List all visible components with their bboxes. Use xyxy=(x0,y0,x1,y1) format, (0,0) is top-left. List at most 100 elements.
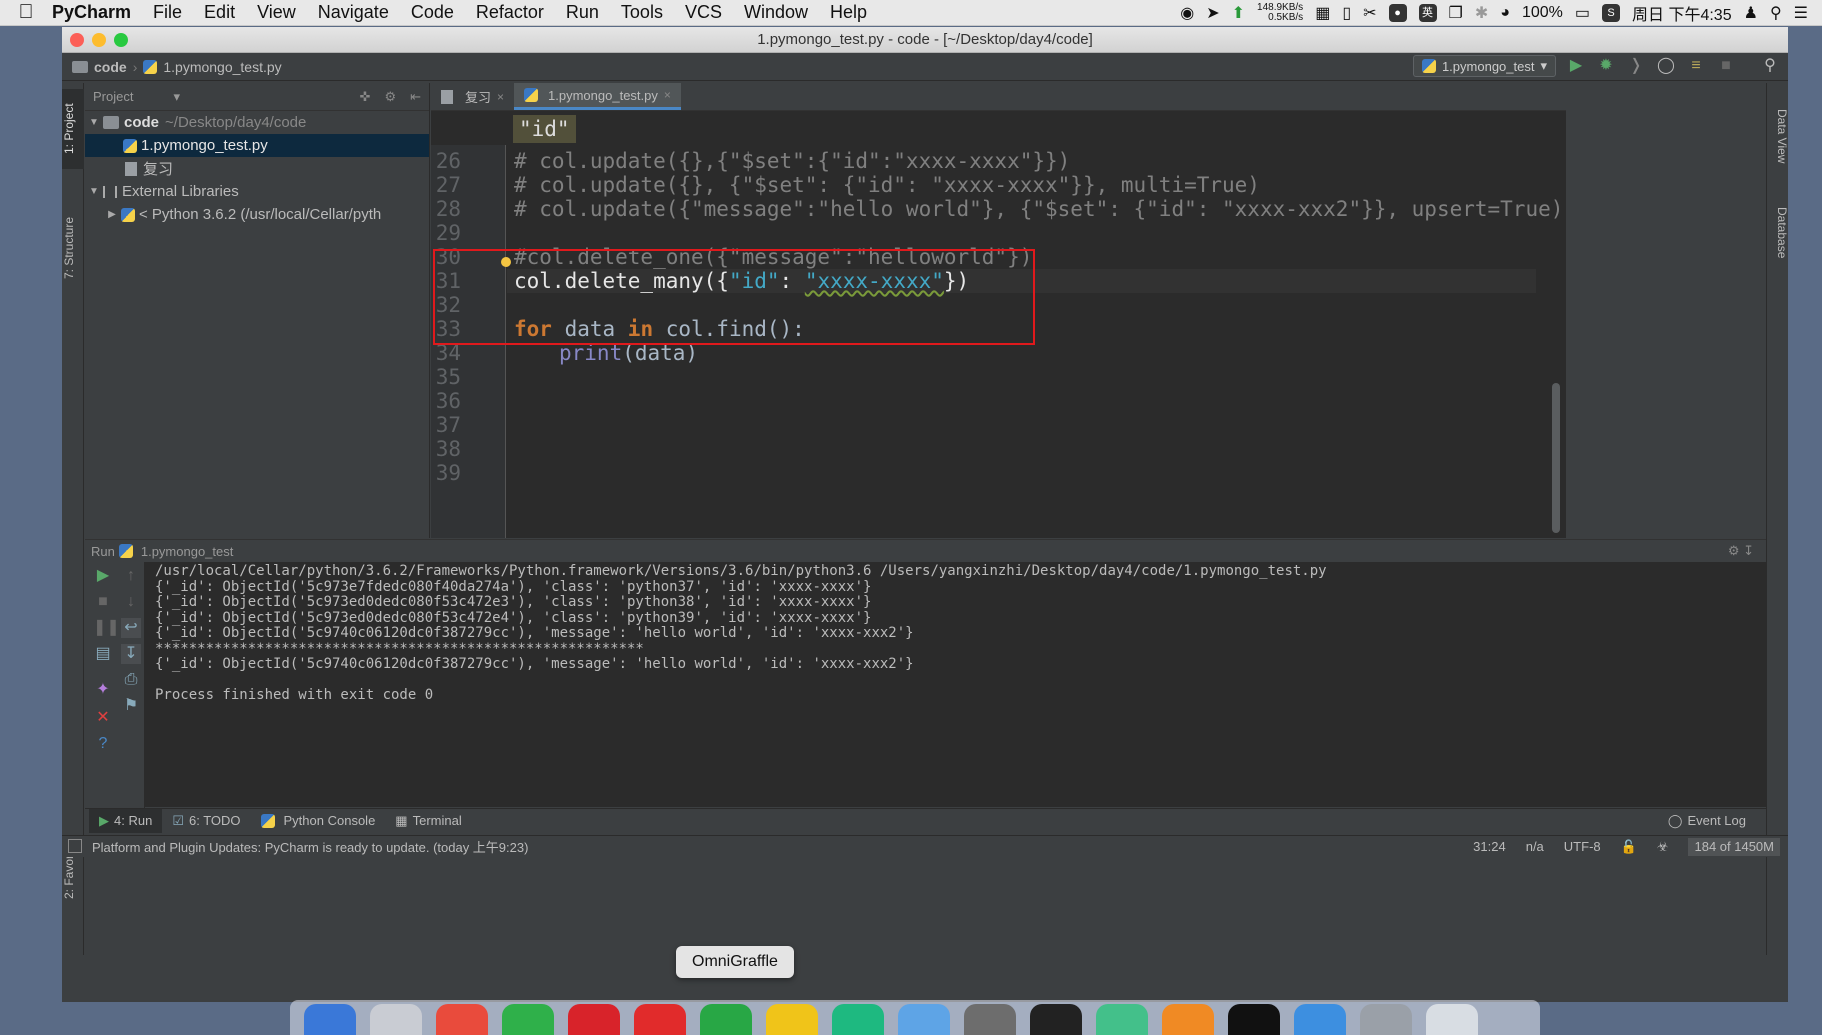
finder-icon[interactable] xyxy=(304,1004,356,1035)
debug-icon[interactable]: ✹ xyxy=(1596,56,1616,76)
terminal-icon[interactable] xyxy=(1030,1004,1082,1035)
menu-file[interactable]: File xyxy=(153,2,182,23)
locate-file-icon[interactable]: ✜ xyxy=(360,89,371,105)
s-app-icon[interactable]: S xyxy=(1602,4,1620,22)
memory-icon[interactable]: ▦ xyxy=(1315,3,1330,23)
caret-position[interactable]: 31:24 xyxy=(1473,839,1506,854)
close-tab-icon[interactable]: × xyxy=(497,90,504,104)
run-icon[interactable]: ▶ xyxy=(1566,56,1586,76)
vlc-icon[interactable] xyxy=(1162,1004,1214,1035)
clear-all-icon[interactable]: ⚑ xyxy=(121,696,141,716)
sync-icon[interactable]: ⬆ xyxy=(1232,3,1245,23)
xmind-icon[interactable] xyxy=(436,1004,488,1035)
help-icon[interactable]: ? xyxy=(93,734,113,754)
status-app-icon[interactable]: ◉ xyxy=(1180,3,1194,23)
inspector-icon[interactable]: ☣ xyxy=(1657,839,1669,855)
close-run-icon[interactable]: ✕ xyxy=(93,708,113,728)
tree-node-external-libraries[interactable]: ▼ External Libraries xyxy=(85,180,429,203)
profile-icon[interactable]: ◯ xyxy=(1656,56,1676,76)
run-config-selector[interactable]: 1.pymongo_test ▾ xyxy=(1412,55,1556,77)
apple-icon[interactable]:  xyxy=(0,1,52,24)
wifi-icon[interactable]: ◕ xyxy=(1500,4,1510,22)
project-view-dropdown[interactable]: Project xyxy=(93,89,133,104)
system-preferences-icon[interactable] xyxy=(964,1004,1016,1035)
microphone-icon[interactable]: ● xyxy=(1388,4,1407,22)
tab-pymongo-test[interactable]: 1.pymongo_test.py × xyxy=(514,83,681,110)
menu-tools[interactable]: Tools xyxy=(621,2,663,23)
trash-icon[interactable] xyxy=(1426,1004,1478,1035)
menu-help[interactable]: Help xyxy=(830,2,867,23)
print-icon[interactable]: ⎙ xyxy=(121,670,141,690)
archive-icon[interactable] xyxy=(1360,1004,1412,1035)
tab-python-console[interactable]: Python Console xyxy=(251,809,386,833)
stop-icon[interactable]: ■ xyxy=(1716,56,1736,76)
lock-icon[interactable]: 🔓 xyxy=(1621,839,1637,855)
youdao-icon[interactable] xyxy=(634,1004,686,1035)
console-output[interactable]: /usr/local/Cellar/python/3.6.2/Framework… xyxy=(155,563,1756,807)
pycharm-icon[interactable] xyxy=(832,1004,884,1035)
menu-window[interactable]: Window xyxy=(744,2,808,23)
spotlight-icon[interactable]: ⚲ xyxy=(1770,3,1782,23)
status-message[interactable]: Platform and Plugin Updates: PyCharm is … xyxy=(92,837,528,856)
toggle-tool-windows-icon[interactable] xyxy=(68,839,82,853)
tree-node-root[interactable]: ▼ code ~/Desktop/day4/code xyxy=(85,111,429,134)
tab-todo[interactable]: ☑ 6: TODO xyxy=(162,809,250,833)
menu-view[interactable]: View xyxy=(257,2,296,23)
tree-node-file[interactable]: 复习 xyxy=(85,157,429,180)
ime-indicator[interactable]: 英 xyxy=(1418,4,1437,22)
menu-refactor[interactable]: Refactor xyxy=(476,2,544,23)
file-encoding[interactable]: UTF-8 xyxy=(1564,839,1601,854)
tab-review[interactable]: 复习 × xyxy=(431,83,514,110)
user-icon[interactable]: ♟ xyxy=(1744,3,1758,23)
stripe-data-view-tab[interactable]: Data View xyxy=(1767,91,1789,181)
close-tab-icon[interactable]: × xyxy=(664,88,671,102)
run-panel-config[interactable]: 1.pymongo_test xyxy=(141,544,234,559)
restore-layout-icon[interactable]: ▤ xyxy=(93,644,113,664)
breadcrumb-root[interactable]: code xyxy=(94,59,127,75)
concurrency-icon[interactable]: ≡ xyxy=(1686,56,1706,76)
menu-navigate[interactable]: Navigate xyxy=(318,2,389,23)
chevron-down-icon[interactable]: ▾ xyxy=(173,89,180,105)
menu-code[interactable]: Code xyxy=(411,2,454,23)
expanded-arrow-icon[interactable]: ▼ xyxy=(85,186,103,197)
clipboard-icon[interactable]: ✂ xyxy=(1363,3,1376,23)
preview-icon[interactable] xyxy=(898,1004,950,1035)
pause-icon[interactable]: ❚❚ xyxy=(93,618,120,638)
github-icon[interactable] xyxy=(1228,1004,1280,1035)
collapsed-arrow-icon[interactable]: ▶ xyxy=(103,209,121,220)
hide-panel-icon[interactable]: ⇤ xyxy=(410,89,421,105)
line-separator[interactable]: n/a xyxy=(1526,839,1544,854)
chrome-icon[interactable] xyxy=(766,1004,818,1035)
notification-center-icon[interactable]: ☰ xyxy=(1794,3,1808,23)
launchpad-icon[interactable] xyxy=(370,1004,422,1035)
bluetooth-icon[interactable]: ✱ xyxy=(1475,3,1488,23)
atom-icon[interactable] xyxy=(1096,1004,1148,1035)
menu-vcs[interactable]: VCS xyxy=(685,2,722,23)
stop-icon[interactable]: ■ xyxy=(93,592,113,612)
menu-run[interactable]: Run xyxy=(566,2,599,23)
telegram-icon[interactable]: ➤ xyxy=(1206,3,1219,23)
stripe-structure-tab[interactable]: 7: Structure xyxy=(62,203,84,293)
tree-node-file-selected[interactable]: 1.pymongo_test.py xyxy=(85,134,429,157)
scroll-down-icon[interactable]: ↓ xyxy=(121,592,141,612)
menu-app-name[interactable]: PyCharm xyxy=(52,2,131,23)
clock[interactable]: 周日 下午4:35 xyxy=(1632,1,1732,25)
phone-icon[interactable]: ▯ xyxy=(1342,3,1351,23)
tab-terminal[interactable]: ▦ Terminal xyxy=(385,809,471,833)
battery-icon[interactable]: ▭ xyxy=(1575,3,1590,23)
omnigraffle-icon[interactable] xyxy=(700,1004,752,1035)
pin-icon[interactable]: ✦ xyxy=(93,680,113,700)
tree-node-python-sdk[interactable]: ▶ < Python 3.6.2 (/usr/local/Cellar/pyth xyxy=(85,203,429,226)
wechat-icon[interactable] xyxy=(502,1004,554,1035)
event-log-button[interactable]: ◯ Event Log xyxy=(1668,813,1746,829)
menu-edit[interactable]: Edit xyxy=(204,2,235,23)
rerun-icon[interactable]: ▶ xyxy=(93,566,113,586)
soft-wrap-icon[interactable]: ↩ xyxy=(121,618,141,638)
memory-indicator[interactable]: 184 of 1450M xyxy=(1688,837,1780,856)
stripe-project-tab[interactable]: 1: Project xyxy=(62,89,84,169)
expanded-arrow-icon[interactable]: ▼ xyxy=(85,117,103,128)
scroll-to-end-icon[interactable]: ↧ xyxy=(121,644,141,664)
run-panel-settings-icon[interactable]: ⚙ ↧ xyxy=(1728,543,1754,559)
coverage-icon[interactable]: ❭ xyxy=(1626,56,1646,76)
breadcrumb-file[interactable]: 1.pymongo_test.py xyxy=(163,59,281,75)
